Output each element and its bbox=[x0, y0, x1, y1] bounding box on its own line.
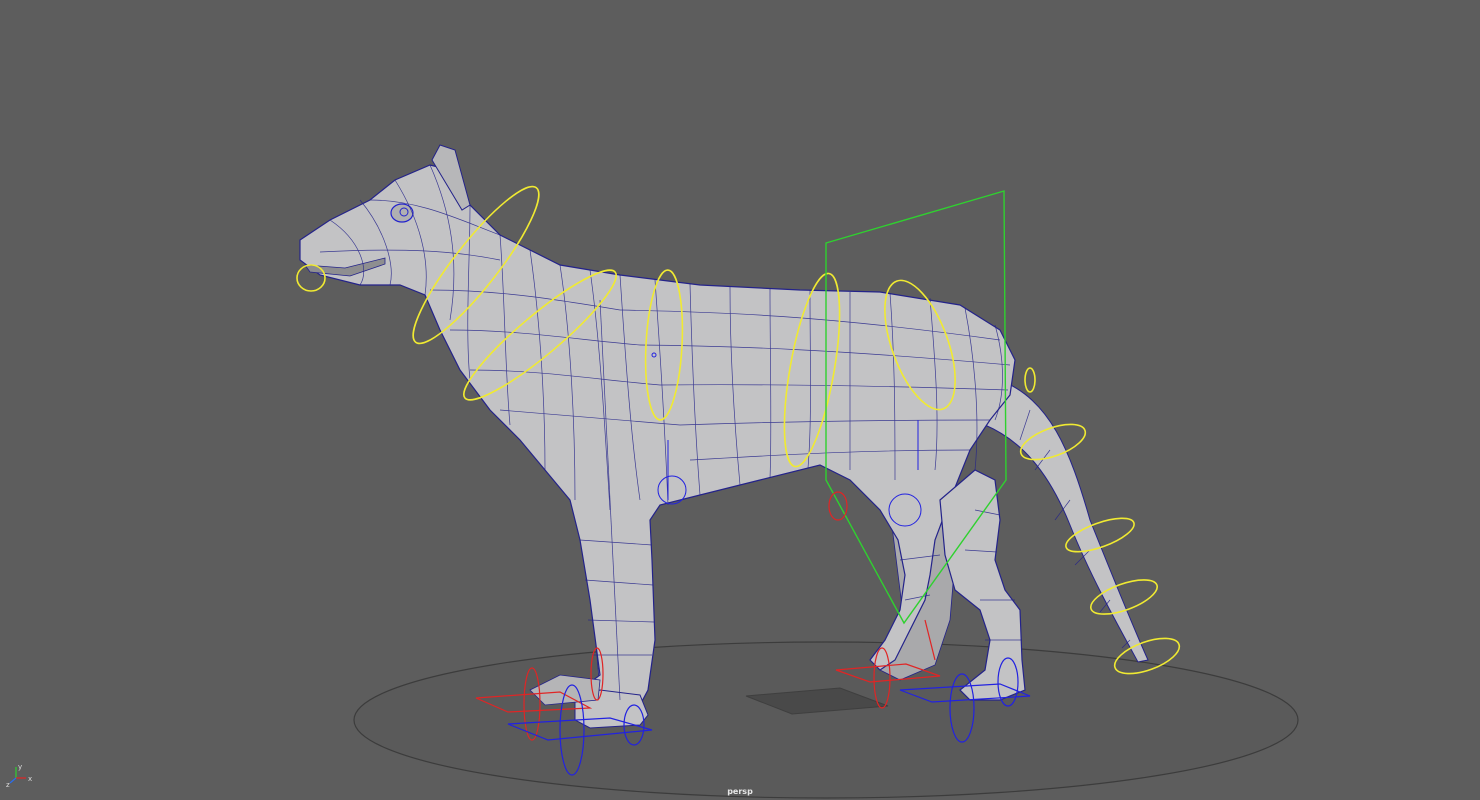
camera-name-label: persp bbox=[727, 787, 753, 796]
viewport-panel[interactable]: y x z persp bbox=[0, 0, 1480, 800]
ground-circle bbox=[353, 641, 1299, 799]
axis-indicator-icon: y x z bbox=[6, 763, 32, 788]
axis-z-line bbox=[9, 777, 17, 784]
scene-3d-view[interactable] bbox=[0, 0, 1480, 800]
axis-y-label: y bbox=[18, 763, 22, 771]
tail-control-1[interactable] bbox=[1024, 367, 1036, 393]
axis-x-label: x bbox=[28, 775, 32, 783]
